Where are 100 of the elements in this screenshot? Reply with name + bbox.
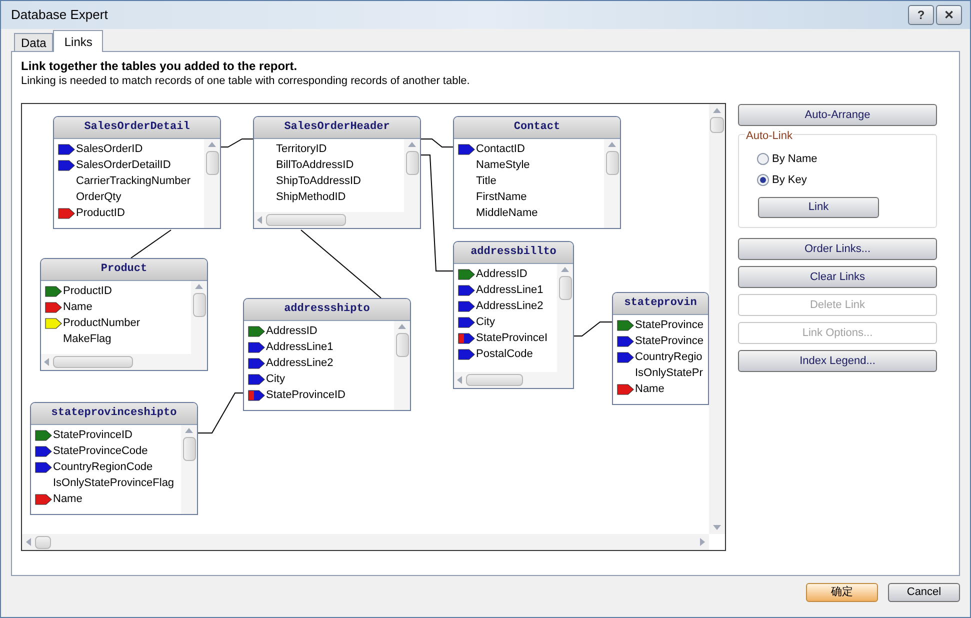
link-line[interactable] (198, 392, 244, 434)
field-name[interactable]: NameStyle (476, 156, 530, 174)
scroll-thumb[interactable] (182, 437, 196, 461)
up-arrow-icon[interactable] (208, 142, 216, 147)
field-name[interactable]: StateProvinceCode (53, 442, 148, 460)
field-name[interactable]: ShipToAddressID (276, 172, 361, 190)
scroll-thumb[interactable] (35, 536, 51, 548)
link-line[interactable] (420, 154, 454, 272)
table-card[interactable]: stateprovin StateProvince StateProvince CountryRegio IsOnlyStatePr Name (612, 292, 709, 405)
scroll-thumb[interactable] (466, 374, 522, 386)
scroll-thumb[interactable] (192, 293, 206, 317)
field-name[interactable]: StateProvince (635, 316, 704, 334)
horizontal-scrollbar[interactable] (454, 372, 573, 388)
field-name[interactable]: CountryRegionCode (53, 458, 153, 476)
field-name[interactable]: ProductID (63, 282, 112, 300)
vertical-scrollbar[interactable] (557, 264, 573, 372)
field-name[interactable]: ProductID (76, 204, 125, 222)
radio-label[interactable]: By Key (772, 172, 807, 188)
up-arrow-icon[interactable] (398, 324, 406, 329)
field-name[interactable]: StateProvinceI (476, 330, 548, 346)
up-arrow-icon[interactable] (713, 108, 721, 113)
field-name[interactable]: City (266, 370, 285, 388)
field-name[interactable]: BillToAddressID (276, 156, 354, 174)
side-button[interactable]: Order Links... (738, 238, 937, 260)
field-name[interactable]: IsOnlyStateProvinceFlag (53, 474, 174, 492)
field-name[interactable]: City (476, 314, 495, 330)
field-name[interactable]: OrderQty (76, 188, 122, 206)
table-card[interactable]: Contact ContactID NameStyle Title FirstName MiddleName (453, 116, 621, 229)
link-line[interactable] (574, 322, 612, 336)
left-arrow-icon[interactable] (257, 216, 262, 224)
radio-button[interactable] (757, 174, 769, 186)
field-name[interactable]: AddressLine2 (266, 354, 334, 372)
table-card[interactable]: SalesOrderHeader TerritoryID BillToAddressID ShipToAddressID ShipMethodID (253, 116, 421, 229)
down-arrow-icon[interactable] (713, 525, 721, 530)
ok-button[interactable]: 确定 (806, 583, 878, 602)
vertical-scrollbar[interactable] (604, 139, 620, 228)
field-name[interactable]: CountryRegio (635, 348, 702, 366)
cancel-button[interactable]: Cancel (888, 583, 960, 602)
tab[interactable]: Links (53, 30, 104, 52)
up-arrow-icon[interactable] (185, 428, 193, 433)
tab[interactable]: Data (14, 33, 54, 51)
field-name[interactable]: ContactID (476, 140, 525, 158)
table-card[interactable]: SalesOrderDetail SalesOrderID SalesOrderDetailID CarrierTrackingNumber OrderQty ProductID (53, 116, 221, 229)
field-name[interactable]: StateProvinceID (53, 426, 132, 444)
up-arrow-icon[interactable] (561, 267, 569, 272)
scroll-thumb[interactable] (206, 151, 218, 175)
link-line[interactable] (130, 230, 172, 258)
field-name[interactable]: AddressLine1 (476, 282, 544, 298)
field-name[interactable]: AddressLine2 (476, 298, 544, 314)
field-name[interactable]: StateProvinceID (266, 386, 346, 404)
field-name[interactable]: Name (53, 490, 82, 508)
table-card[interactable]: stateprovinceshipto StateProvinceID StateProvinceCode CountryRegionCode IsOnlyStateProvinceFlag Name (30, 402, 198, 515)
side-button[interactable]: Clear Links (738, 266, 937, 288)
field-name[interactable]: Name (63, 298, 92, 316)
help-button[interactable]: ? (908, 5, 934, 25)
vertical-scrollbar[interactable] (191, 281, 207, 354)
field-name[interactable]: StateProvince (635, 332, 704, 350)
field-name[interactable]: ProductNumber (63, 314, 140, 332)
field-name[interactable]: MakeFlag (63, 330, 112, 348)
side-button[interactable]: Auto-Arrange (738, 104, 937, 126)
field-name[interactable]: AddressID (476, 266, 528, 282)
field-name[interactable]: AddressLine1 (266, 338, 334, 356)
horizontal-scrollbar[interactable] (254, 212, 420, 228)
link-button[interactable]: Link (758, 196, 879, 218)
horizontal-scrollbar[interactable] (22, 534, 709, 550)
close-button[interactable]: ✕ (936, 5, 962, 25)
field-name[interactable]: SalesOrderID (76, 140, 143, 158)
field-name[interactable]: ShipMethodID (276, 188, 346, 206)
scroll-thumb[interactable] (53, 356, 133, 368)
field-name[interactable]: AddressID (266, 322, 318, 340)
vertical-scrollbar[interactable] (709, 104, 725, 534)
right-arrow-icon[interactable] (700, 538, 705, 546)
field-name[interactable]: Name (635, 380, 664, 398)
scroll-thumb[interactable] (558, 276, 572, 300)
radio-button[interactable] (757, 152, 769, 165)
field-name[interactable]: TerritoryID (276, 140, 327, 158)
field-name[interactable]: FirstName (476, 188, 527, 206)
up-arrow-icon[interactable] (608, 142, 616, 147)
field-name[interactable]: IsOnlyStatePr (635, 364, 703, 382)
vertical-scrollbar[interactable] (181, 425, 197, 514)
field-name[interactable]: MiddleName (476, 204, 538, 222)
left-arrow-icon[interactable] (457, 376, 462, 384)
vertical-scrollbar[interactable] (404, 139, 420, 212)
field-name[interactable]: SalesOrderDetailID (76, 156, 171, 174)
scroll-thumb[interactable] (710, 117, 724, 133)
scroll-thumb[interactable] (396, 333, 408, 357)
table-card[interactable]: addressbillto AddressID AddressLine1 AddressLine2 City StateProvinceI PostalCode (453, 241, 574, 389)
field-name[interactable]: CarrierTrackingNumber (76, 172, 191, 190)
left-arrow-icon[interactable] (26, 538, 31, 546)
side-button[interactable]: Index Legend... (738, 350, 937, 372)
link-line[interactable] (420, 138, 454, 148)
scroll-thumb[interactable] (406, 151, 418, 175)
vertical-scrollbar[interactable] (394, 321, 410, 410)
left-arrow-icon[interactable] (44, 358, 49, 366)
link-line[interactable] (220, 138, 254, 148)
field-name[interactable]: Title (476, 172, 496, 190)
field-name[interactable]: PostalCode (476, 346, 533, 362)
table-card[interactable]: addressshipto AddressID AddressLine1 AddressLine2 City StateProvinceID (243, 298, 411, 411)
radio-label[interactable]: By Name (772, 150, 818, 167)
scroll-thumb[interactable] (266, 214, 346, 226)
